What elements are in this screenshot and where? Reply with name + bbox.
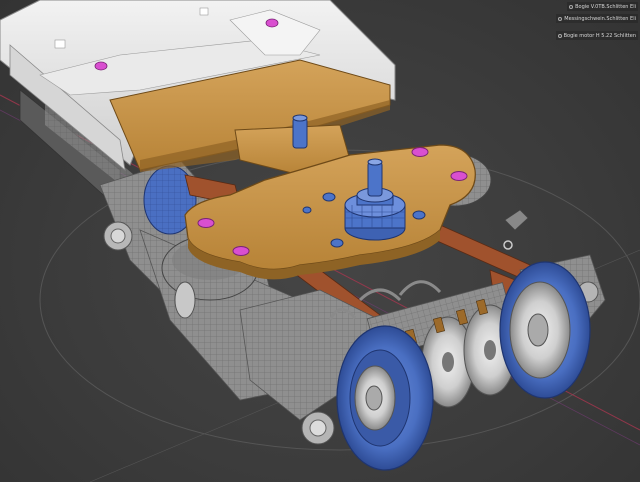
- overlay-item[interactable]: Messingschwein.Schlitten Eli: [556, 14, 638, 23]
- bolt-icon: [411, 147, 429, 157]
- bolt-icon: [94, 61, 108, 71]
- object-icon: [569, 4, 574, 9]
- bolster-plate: [184, 144, 476, 280]
- wheel-front-left: [336, 325, 434, 471]
- 3d-viewport[interactable]: Bogie V.0TB.Schlitten Eli Messingschwein…: [0, 0, 640, 482]
- overlay-label: Messingschwein.Schlitten Eli: [564, 15, 636, 22]
- king-pin: [292, 117, 308, 149]
- frame-hooks: [503, 209, 529, 250]
- bolt-icon: [232, 246, 250, 256]
- overlay-label: Bogie V.0TB.Schlitten Eli: [575, 3, 636, 10]
- bolt-icon: [450, 171, 468, 181]
- overlay-item[interactable]: Bogie V.0TB.Schlitten Eli: [567, 2, 638, 11]
- object-icon: [558, 16, 563, 21]
- wheel-front-right: [499, 261, 591, 399]
- bolt-icon: [197, 218, 215, 228]
- overlay-item[interactable]: Bogie motor H 5.22 Schlitten: [555, 31, 638, 40]
- bogie-render: [0, 0, 640, 482]
- bolt-icon: [265, 18, 279, 28]
- object-icon: [557, 33, 562, 38]
- wheel-front-left-mid: [174, 281, 196, 319]
- overlay-label: Bogie motor H 5.22 Schlitten: [563, 32, 636, 39]
